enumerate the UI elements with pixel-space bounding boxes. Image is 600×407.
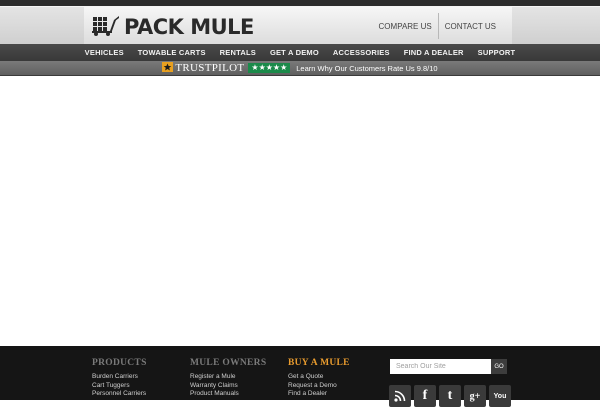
header-panel: PACK MULE COMPARE US CONTACT US	[84, 7, 512, 45]
social-links: f t g+ You	[389, 385, 511, 407]
footer-heading-buy-a-mule: BUY A MULE	[288, 358, 350, 368]
footer-link-warranty-claims[interactable]: Warranty Claims	[190, 382, 266, 391]
trustpilot-star-icon	[162, 59, 174, 77]
nav-item-find-a-dealer[interactable]: FIND A DEALER	[397, 48, 471, 57]
twitter-icon[interactable]: t	[439, 385, 461, 407]
youtube-icon[interactable]: You	[489, 385, 511, 407]
nav-item-get-a-demo[interactable]: GET A DEMO	[263, 48, 326, 57]
site-logo[interactable]: PACK MULE	[92, 14, 254, 41]
nav-item-rentals[interactable]: RENTALS	[213, 48, 263, 57]
search-go-button[interactable]: GO	[491, 359, 507, 374]
pack-mule-logo-icon	[92, 14, 120, 41]
trustpilot-logo: TRUSTPILOT	[162, 59, 244, 77]
nav-item-vehicles[interactable]: VEHICLES	[78, 48, 131, 57]
header-links: COMPARE US CONTACT US	[373, 7, 502, 45]
trustpilot-wordmark: TRUSTPILOT	[175, 62, 245, 74]
stars-text: ★★★★★	[251, 63, 288, 72]
footer-col-buy-a-mule: BUY A MULE Get a Quote Request a Demo Fi…	[288, 358, 350, 399]
rss-icon[interactable]	[389, 385, 411, 407]
site-search: GO	[390, 359, 507, 374]
footer-link-personnel-carriers[interactable]: Personnel Carriers	[92, 390, 147, 399]
contact-us-link[interactable]: CONTACT US	[439, 22, 502, 31]
footer-link-get-a-quote[interactable]: Get a Quote	[288, 373, 350, 382]
footer-col-products: PRODUCTS Burden Carriers Cart Tuggers Pe…	[92, 358, 147, 399]
facebook-icon[interactable]: f	[414, 385, 436, 407]
trustpilot-link[interactable]: TRUSTPILOT ★★★★★ Learn Why Our Customers…	[162, 59, 438, 77]
nav-item-accessories[interactable]: ACCESSORIES	[326, 48, 397, 57]
trustpilot-message: Learn Why Our Customers Rate Us 9.8/10	[296, 63, 438, 73]
nav-item-towable-carts[interactable]: TOWABLE CARTS	[131, 48, 213, 57]
site-header: PACK MULE COMPARE US CONTACT US	[0, 6, 600, 45]
site-footer: PRODUCTS Burden Carriers Cart Tuggers Pe…	[0, 346, 600, 407]
nav-item-support[interactable]: SUPPORT	[471, 48, 523, 57]
footer-link-find-a-dealer[interactable]: Find a Dealer	[288, 390, 350, 399]
search-input[interactable]	[390, 359, 491, 374]
rating-stars-icon: ★★★★★	[248, 63, 291, 73]
compare-us-link[interactable]: COMPARE US	[373, 22, 438, 31]
footer-link-burden-carriers[interactable]: Burden Carriers	[92, 373, 147, 382]
footer-link-register-a-mule[interactable]: Register a Mule	[190, 373, 266, 382]
main-content	[0, 76, 600, 346]
logo-wordmark: PACK MULE	[124, 15, 254, 39]
google-plus-icon[interactable]: g+	[464, 385, 486, 407]
footer-col-mule-owners: MULE OWNERS Register a Mule Warranty Cla…	[190, 358, 266, 399]
footer-link-cart-tuggers[interactable]: Cart Tuggers	[92, 382, 147, 391]
trustpilot-banner: TRUSTPILOT ★★★★★ Learn Why Our Customers…	[0, 61, 600, 76]
footer-link-product-manuals[interactable]: Product Manuals	[190, 390, 266, 399]
footer-link-request-a-demo[interactable]: Request a Demo	[288, 382, 350, 391]
footer-heading-products: PRODUCTS	[92, 358, 147, 368]
footer-heading-mule-owners: MULE OWNERS	[190, 358, 267, 368]
